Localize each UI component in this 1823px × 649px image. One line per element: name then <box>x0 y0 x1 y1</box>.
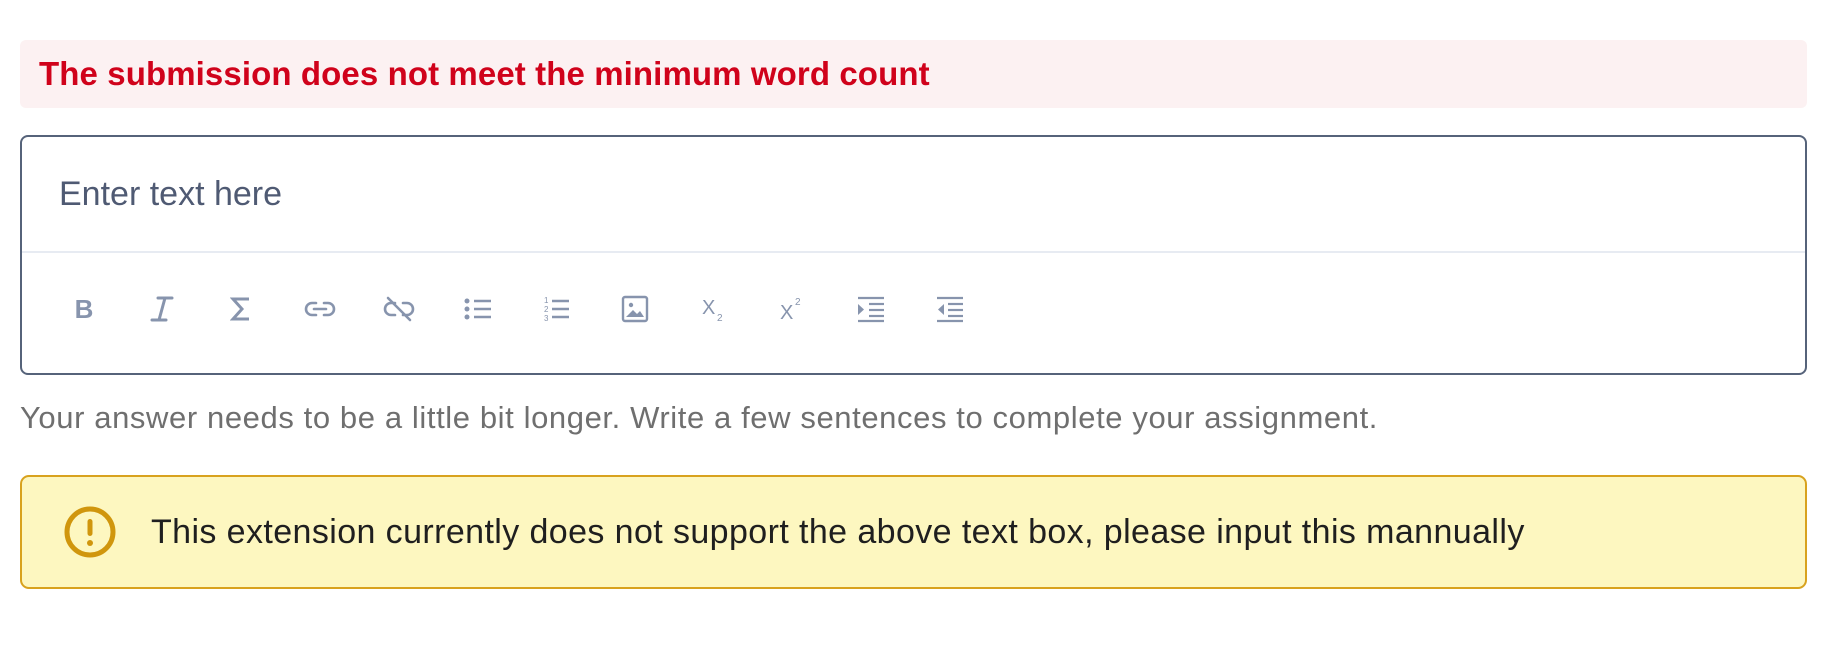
warning-banner: This extension currently does not suppor… <box>20 475 1807 589</box>
formula-button[interactable] <box>215 283 267 335</box>
svg-text:2: 2 <box>795 297 801 308</box>
error-banner: The submission does not meet the minimum… <box>20 40 1807 108</box>
error-message: The submission does not meet the minimum… <box>39 55 930 92</box>
sigma-icon <box>230 297 249 321</box>
svg-text:3: 3 <box>544 314 549 323</box>
svg-text:B: B <box>75 295 94 323</box>
unlink-icon <box>383 296 415 322</box>
italic-button[interactable] <box>136 283 188 335</box>
svg-text:2: 2 <box>717 313 723 323</box>
svg-text:2: 2 <box>544 305 549 314</box>
bullet-list-icon <box>464 298 491 320</box>
bold-icon: B <box>75 295 94 323</box>
unlink-button[interactable] <box>373 283 425 335</box>
indent-button[interactable] <box>845 283 897 335</box>
indent-icon <box>858 296 884 323</box>
italic-icon <box>150 296 174 322</box>
svg-text:X: X <box>702 297 715 319</box>
outdent-icon <box>937 296 963 323</box>
numbered-list-icon: 1 2 3 <box>544 296 569 323</box>
superscript-button[interactable]: X 2 <box>766 283 818 335</box>
image-icon <box>621 295 649 323</box>
subscript-icon: X 2 <box>702 297 723 323</box>
bold-button[interactable]: B <box>58 283 110 335</box>
exclamation-circle-icon <box>64 506 116 558</box>
warning-message: This extension currently does not suppor… <box>151 512 1525 551</box>
subscript-button[interactable]: X 2 <box>688 283 740 335</box>
rich-text-editor: B <box>20 135 1807 375</box>
helper-text: Your answer needs to be a little bit lon… <box>20 400 1379 435</box>
link-icon <box>304 301 336 317</box>
answer-text-input[interactable] <box>22 137 1805 253</box>
bullet-list-button[interactable] <box>452 283 504 335</box>
editor-toolbar: B 1 2 3 X 2 X 2 <box>22 253 1805 373</box>
numbered-list-button[interactable]: 1 2 3 <box>530 283 582 335</box>
submission-page: The submission does not meet the minimum… <box>0 0 1823 649</box>
link-button[interactable] <box>294 283 346 335</box>
image-button[interactable] <box>609 283 661 335</box>
svg-text:1: 1 <box>544 296 549 305</box>
outdent-button[interactable] <box>924 283 976 335</box>
svg-text:X: X <box>780 302 793 323</box>
superscript-icon: X 2 <box>780 297 801 323</box>
